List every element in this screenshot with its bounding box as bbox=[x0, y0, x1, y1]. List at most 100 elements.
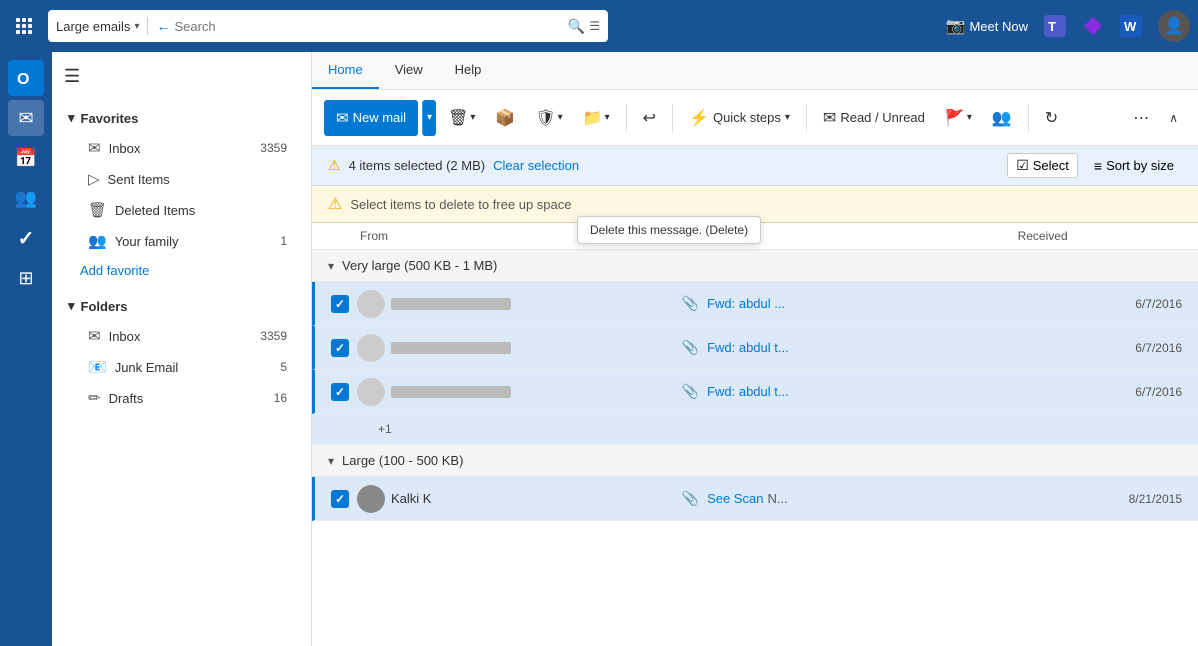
avatar-3 bbox=[357, 378, 385, 406]
email-checkbox-2[interactable]: ✓ bbox=[331, 339, 349, 357]
sort-button[interactable]: ≡ Sort by size bbox=[1086, 155, 1182, 177]
drafts-icon: ✏ bbox=[88, 389, 101, 407]
sidebar-item-inbox-fav[interactable]: ✉ Inbox 3359 bbox=[60, 133, 303, 163]
ribbon: ✉ New mail ▾ 🗑 ▾ 📦 🛡 ▾ 📁 ▾ bbox=[312, 90, 1198, 146]
table-row[interactable]: ✓ 📎 Fwd: abdul t... 6/7/2016 bbox=[312, 326, 1198, 370]
attachment-icon-kalki: 📎 bbox=[682, 490, 699, 507]
todo-nav-icon[interactable]: ✓ bbox=[8, 220, 44, 256]
more-icon: ⋯ bbox=[1133, 108, 1149, 128]
tab-view[interactable]: View bbox=[379, 52, 439, 89]
subject-2: Fwd: abdul t... bbox=[707, 340, 1024, 355]
content-panel: Home View Help ✉ New mail ▾ 🗑 ▾ 📦 🛡 ▾ bbox=[312, 52, 1198, 646]
people-nav-icon[interactable]: 👥 bbox=[8, 180, 44, 216]
quick-steps-icon: ⚡ bbox=[689, 108, 709, 128]
teams-icon[interactable]: T bbox=[1044, 15, 1066, 37]
new-mail-chevron-icon: ▾ bbox=[427, 112, 432, 123]
apps-nav-icon[interactable]: ⊞ bbox=[8, 260, 44, 296]
filter-options-icon[interactable]: ☰ bbox=[589, 19, 600, 33]
read-unread-button[interactable]: ✉ Read / Unread bbox=[815, 100, 933, 136]
flag-chevron-icon: ▾ bbox=[967, 112, 972, 123]
filter-chevron-icon[interactable]: ▾ bbox=[134, 21, 139, 32]
date-kalki: 8/21/2015 bbox=[1024, 492, 1182, 506]
move-button[interactable]: 📁 ▾ bbox=[575, 100, 618, 136]
email-checkbox-3[interactable]: ✓ bbox=[331, 383, 349, 401]
delete-button[interactable]: 🗑 ▾ bbox=[440, 100, 483, 136]
group-large-chevron-icon: ▾ bbox=[328, 454, 334, 468]
people-button[interactable]: 👥 bbox=[984, 100, 1020, 136]
sender-block-1 bbox=[357, 290, 674, 318]
select-button[interactable]: ☑ Select bbox=[1007, 153, 1078, 178]
ribbon-sep-2 bbox=[672, 104, 673, 132]
word-icon[interactable]: W bbox=[1120, 15, 1142, 37]
inbox-fav-icon: ✉ bbox=[88, 139, 101, 157]
collapse-ribbon-button[interactable]: ∧ bbox=[1161, 100, 1186, 136]
hamburger-icon[interactable]: ☰ bbox=[64, 66, 80, 87]
delete-chevron-icon: ▾ bbox=[470, 112, 475, 123]
redo-button[interactable]: ↻ bbox=[1037, 100, 1066, 136]
table-row[interactable]: ✓ 📎 Fwd: abdul ... 6/7/2016 bbox=[312, 282, 1198, 326]
tab-help[interactable]: Help bbox=[439, 52, 498, 89]
archive-button[interactable]: 📦 bbox=[487, 100, 523, 136]
move-icon: 📁 bbox=[583, 108, 603, 128]
search-input[interactable] bbox=[174, 19, 563, 34]
sidebar-item-junk[interactable]: 📧 Junk Email 5 bbox=[60, 352, 303, 382]
sidebar-item-inbox[interactable]: ✉ Inbox 3359 bbox=[60, 321, 303, 351]
junk-icon: 📧 bbox=[88, 358, 107, 376]
favorites-header[interactable]: ▾ Favorites bbox=[52, 104, 311, 132]
ribbon-sep-4 bbox=[1028, 104, 1029, 132]
group-header-very-large[interactable]: ▾ Very large (500 KB - 1 MB) bbox=[312, 250, 1198, 282]
svg-text:O: O bbox=[17, 71, 29, 88]
back-icon[interactable]: ← bbox=[156, 18, 170, 34]
calendar-nav-icon[interactable]: 📅 bbox=[8, 140, 44, 176]
add-favorite-button[interactable]: Add favorite bbox=[52, 257, 311, 284]
meet-now-button[interactable]: 📷 Meet Now bbox=[946, 16, 1028, 36]
sidebar: ☰ ▾ Favorites ✉ Inbox 3359 ▷ Sent Items … bbox=[52, 52, 312, 646]
sort-icon: ≡ bbox=[1094, 158, 1102, 174]
sender-block-3 bbox=[357, 378, 674, 406]
svg-text:W: W bbox=[1124, 19, 1137, 34]
plus-one-row: +1 bbox=[312, 414, 1198, 445]
filter-label: Large emails bbox=[56, 19, 130, 34]
group-header-large[interactable]: ▾ Large (100 - 500 KB) bbox=[312, 445, 1198, 477]
folders-header[interactable]: ▾ Folders bbox=[52, 292, 311, 320]
redo-icon: ↻ bbox=[1045, 108, 1058, 128]
favorites-chevron-icon: ▾ bbox=[68, 110, 75, 126]
new-mail-dropdown[interactable]: ▾ bbox=[422, 100, 436, 136]
mail-nav-icon[interactable]: ✉ bbox=[8, 100, 44, 136]
folders-chevron-icon: ▾ bbox=[68, 298, 75, 314]
sent-fav-icon: ▷ bbox=[88, 170, 100, 188]
date-1: 6/7/2016 bbox=[1024, 297, 1182, 311]
clear-selection-button[interactable]: Clear selection bbox=[493, 158, 579, 173]
search-icon[interactable]: 🔍 bbox=[568, 18, 585, 35]
avatar-1 bbox=[357, 290, 385, 318]
new-mail-button[interactable]: ✉ New mail bbox=[324, 100, 418, 136]
sidebar-item-drafts[interactable]: ✏ Drafts 16 bbox=[60, 383, 303, 413]
more-button[interactable]: ⋯ bbox=[1125, 100, 1157, 136]
sidebar-item-family-fav[interactable]: 👥 Your family 1 bbox=[60, 226, 303, 256]
undo-button[interactable]: ↩ bbox=[635, 100, 664, 136]
sidebar-item-deleted-fav[interactable]: 🗑 Deleted Items bbox=[60, 195, 303, 225]
sidebar-item-sent-fav[interactable]: ▷ Sent Items bbox=[60, 164, 303, 194]
quick-steps-button[interactable]: ⚡ Quick steps ▾ bbox=[681, 100, 798, 136]
camera-icon: 📷 bbox=[946, 16, 966, 36]
waffle-icon[interactable] bbox=[8, 10, 40, 42]
date-2: 6/7/2016 bbox=[1024, 341, 1182, 355]
table-row[interactable]: ✓ 📎 Fwd: abdul t... 6/7/2016 bbox=[312, 370, 1198, 414]
subject-1: Fwd: abdul ... bbox=[707, 296, 1024, 311]
table-row[interactable]: ✓ Kalki K 📎 See Scan N... 8/21/2015 bbox=[312, 477, 1198, 521]
attachment-icon-1: 📎 bbox=[682, 295, 699, 312]
tab-home[interactable]: Home bbox=[312, 52, 379, 89]
email-checkbox-kalki[interactable]: ✓ bbox=[331, 490, 349, 508]
flag-icon: 🚩 bbox=[945, 108, 965, 128]
email-checkbox-1[interactable]: ✓ bbox=[331, 295, 349, 313]
avatar[interactable]: 👤 bbox=[1158, 10, 1190, 42]
folders-section: ▾ Folders ✉ Inbox 3359 📧 Junk Email 5 ✏ … bbox=[52, 288, 311, 418]
diamond-icon[interactable] bbox=[1082, 15, 1104, 37]
protect-button[interactable]: 🛡 ▾ bbox=[527, 100, 570, 136]
flag-button[interactable]: 🚩 ▾ bbox=[937, 100, 980, 136]
top-bar: Large emails ▾ ← 🔍 ☰ 📷 Meet Now T W 👤 bbox=[0, 0, 1198, 52]
subject-kalki: See Scan N... bbox=[707, 491, 1024, 506]
sender-name-3 bbox=[391, 386, 511, 398]
svg-text:T: T bbox=[1048, 19, 1056, 34]
outlook-icon[interactable]: O bbox=[8, 60, 44, 96]
